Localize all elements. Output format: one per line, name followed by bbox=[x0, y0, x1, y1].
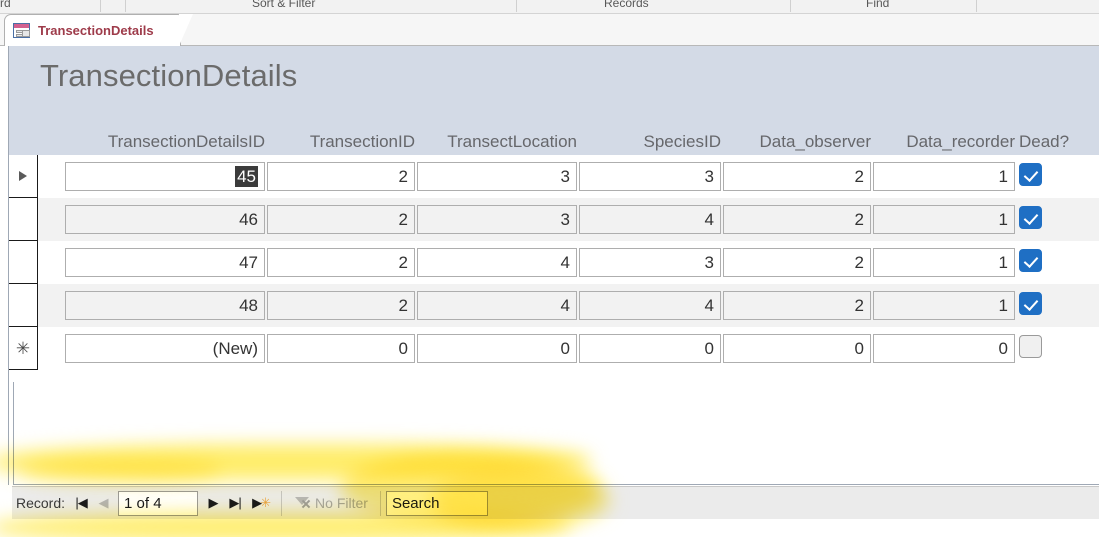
next-record-icon[interactable]: ▶ bbox=[202, 492, 224, 515]
record-position-input[interactable]: 1 of 4 bbox=[118, 490, 199, 516]
table-row[interactable]: 48 2 4 4 2 1 bbox=[9, 284, 1099, 327]
cell-data_observer[interactable]: 2 bbox=[723, 291, 871, 320]
cell-transectionid[interactable]: 2 bbox=[267, 291, 415, 320]
ribbon-divider bbox=[125, 0, 126, 12]
form-bottom-border bbox=[13, 484, 1099, 485]
cell-transectionid[interactable]: 2 bbox=[267, 162, 415, 191]
cell-data_observer[interactable]: 2 bbox=[723, 205, 871, 234]
cell-speciesid[interactable]: 4 bbox=[579, 205, 721, 234]
record-label: Record: bbox=[16, 495, 66, 511]
row-selector[interactable] bbox=[9, 155, 38, 198]
cell-transectiondetailsid[interactable]: 47 bbox=[65, 248, 265, 277]
checkbox-dead[interactable] bbox=[1019, 163, 1042, 186]
ribbon-strip: rd Sort & Filter Records Find bbox=[0, 0, 1099, 14]
cell-data_recorder[interactable]: 1 bbox=[873, 162, 1015, 191]
row-selector[interactable]: ✳ bbox=[9, 327, 38, 370]
row-selector[interactable] bbox=[9, 241, 38, 284]
current-record-arrow-icon bbox=[19, 171, 27, 181]
nav-divider bbox=[281, 490, 283, 516]
cell-transectlocation[interactable]: 4 bbox=[417, 291, 577, 320]
cell-speciesid[interactable]: 4 bbox=[579, 291, 721, 320]
record-navigation-bar: Record: |◀ ◀ 1 of 4 ▶ ▶| ▶ ✳ No Filter Se… bbox=[12, 486, 1099, 519]
cell-data_recorder[interactable]: 1 bbox=[873, 248, 1015, 277]
cell-speciesid[interactable]: 0 bbox=[579, 334, 721, 363]
cell-transectlocation[interactable]: 3 bbox=[417, 162, 577, 191]
column-header-dead?[interactable]: Dead? bbox=[1019, 132, 1069, 152]
selected-cell-text: 45 bbox=[235, 166, 258, 187]
column-header-transectiondetailsid[interactable]: TransectionDetailsID bbox=[65, 132, 265, 152]
cell-transectionid[interactable]: 0 bbox=[267, 334, 415, 363]
cell-speciesid[interactable]: 3 bbox=[579, 248, 721, 277]
cell-transectiondetailsid[interactable]: (New) bbox=[65, 334, 265, 363]
filter-toggle-button[interactable]: No Filter bbox=[287, 491, 375, 516]
filter-off-icon bbox=[294, 495, 311, 512]
ribbon-group-find: Find bbox=[866, 0, 890, 10]
cell-transectiondetailsid[interactable]: 45 bbox=[65, 162, 265, 191]
column-header-transectionid[interactable]: TransectionID bbox=[267, 132, 415, 152]
table-row[interactable]: 45 2 3 3 2 1 bbox=[9, 155, 1099, 198]
checkbox-dead[interactable] bbox=[1019, 292, 1042, 315]
column-header-data_recorder[interactable]: Data_recorder bbox=[873, 132, 1015, 152]
form-datasheet-icon bbox=[13, 23, 30, 38]
filter-status-label: No Filter bbox=[315, 495, 368, 511]
cell-transectlocation[interactable]: 0 bbox=[417, 334, 577, 363]
cell-transectiondetailsid[interactable]: 48 bbox=[65, 291, 265, 320]
cell-speciesid[interactable]: 3 bbox=[579, 162, 721, 191]
checkbox-dead[interactable] bbox=[1019, 249, 1042, 272]
ribbon-group-sort-filter: Sort & Filter bbox=[252, 0, 316, 10]
form-header: TransectionDetails bbox=[8, 46, 1099, 112]
column-header-transectlocation[interactable]: TransectLocation bbox=[417, 132, 577, 152]
form-detail-empty-area bbox=[8, 370, 1099, 485]
table-row[interactable]: 47 2 4 3 2 1 bbox=[9, 241, 1099, 284]
document-tab-bar: TransectionDetails bbox=[0, 14, 1099, 46]
tab-label: TransectionDetails bbox=[38, 23, 154, 38]
cell-transectionid[interactable]: 2 bbox=[267, 248, 415, 277]
ribbon-divider bbox=[790, 0, 791, 12]
checkbox-dead[interactable] bbox=[1019, 206, 1042, 229]
cell-data_recorder[interactable]: 1 bbox=[873, 205, 1015, 234]
new-record-asterisk-icon: ✳ bbox=[15, 338, 31, 358]
cell-data_recorder[interactable]: 0 bbox=[873, 334, 1015, 363]
cell-data_observer[interactable]: 0 bbox=[723, 334, 871, 363]
ribbon-divider bbox=[100, 0, 101, 12]
cell-data_observer[interactable]: 2 bbox=[723, 162, 871, 191]
access-form-window: rd Sort & Filter Records Find Transectio… bbox=[0, 0, 1099, 537]
previous-record-icon[interactable]: ◀ bbox=[92, 492, 114, 515]
first-record-icon[interactable]: |◀ bbox=[70, 492, 92, 515]
checkbox-dead[interactable] bbox=[1019, 335, 1042, 358]
row-selector[interactable] bbox=[9, 198, 38, 241]
cell-transectiondetailsid[interactable]: 46 bbox=[65, 205, 265, 234]
cell-transectlocation[interactable]: 3 bbox=[417, 205, 577, 234]
nav-divider bbox=[379, 490, 381, 516]
last-record-icon[interactable]: ▶| bbox=[224, 492, 246, 515]
row-selector[interactable] bbox=[9, 284, 38, 327]
form-left-border bbox=[13, 382, 14, 485]
ribbon-divider bbox=[516, 0, 517, 12]
new-record-row[interactable]: ✳ (New) 0 0 0 0 0 bbox=[9, 327, 1099, 370]
data-grid: 45 2 3 3 2 1 46 2 3 4 2 1 47 2 4 3 2 1 48 2 4 4 2 1 ✳ (New) 0 0 0 0 0 bbox=[8, 155, 1099, 370]
cell-transectionid[interactable]: 2 bbox=[267, 205, 415, 234]
tab-transectiondetails[interactable]: TransectionDetails bbox=[4, 14, 193, 46]
page-title: TransectionDetails bbox=[40, 58, 298, 93]
new-record-star: ✳ bbox=[260, 495, 271, 510]
column-header-speciesid[interactable]: SpeciesID bbox=[579, 132, 721, 152]
ribbon-divider bbox=[976, 0, 977, 12]
ribbon-group-clipboard: rd bbox=[0, 0, 11, 10]
column-header-row: TransectionDetailsID TransectionID Transec… bbox=[8, 112, 1099, 155]
new-record-icon[interactable]: ▶ ✳ bbox=[246, 492, 276, 515]
column-header-data_observer[interactable]: Data_observer bbox=[723, 132, 871, 152]
cell-transectlocation[interactable]: 4 bbox=[417, 248, 577, 277]
table-row[interactable]: 46 2 3 4 2 1 bbox=[9, 198, 1099, 241]
cell-data_observer[interactable]: 2 bbox=[723, 248, 871, 277]
ribbon-group-records: Records bbox=[604, 0, 649, 10]
cell-data_recorder[interactable]: 1 bbox=[873, 291, 1015, 320]
search-input[interactable]: Search bbox=[385, 490, 488, 516]
